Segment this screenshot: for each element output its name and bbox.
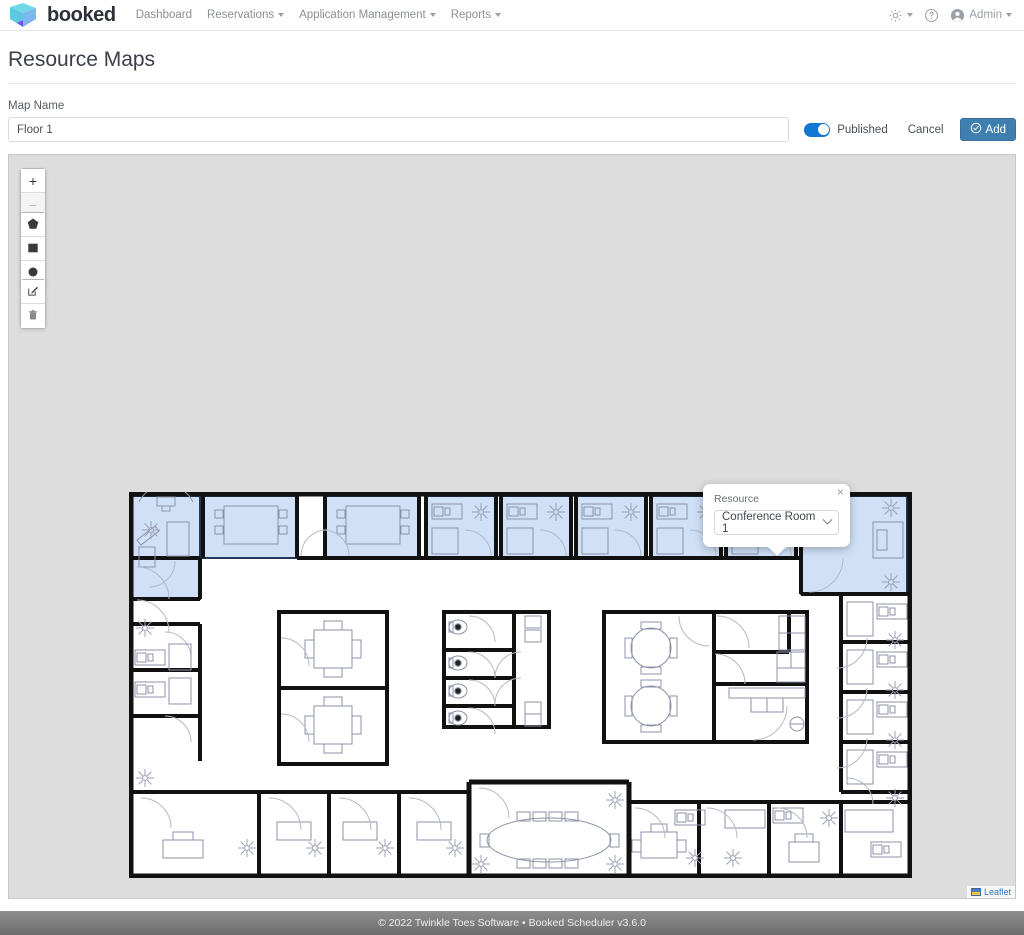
add-button-label: Add: [985, 123, 1006, 136]
nav-item-dashboard[interactable]: Dashboard: [136, 9, 192, 21]
gear-icon: [888, 8, 903, 23]
page-footer: © 2022 Twinkle Toes Software • Booked Sc…: [0, 911, 1024, 935]
nav-label: Reservations: [206, 9, 275, 21]
trash-icon: [27, 308, 39, 324]
settings-menu[interactable]: [888, 8, 914, 23]
zoom-controls: + −: [20, 168, 46, 218]
resource-popup[interactable]: × Resource Conference Room 1: [703, 484, 850, 547]
draw-rectangle-button[interactable]: [21, 237, 45, 261]
published-toggle-group[interactable]: Published: [804, 122, 888, 137]
leaflet-attribution: Leaflet: [966, 886, 1015, 898]
toggle-knob: [817, 124, 829, 135]
close-icon[interactable]: ×: [837, 486, 844, 498]
nav-label: Dashboard: [135, 9, 192, 21]
user-menu-label: Admin: [969, 9, 1002, 21]
floorplan-image: [129, 492, 912, 878]
user-menu[interactable]: Admin: [950, 8, 1012, 23]
chevron-down-icon: [907, 13, 914, 17]
primary-nav: Dashboard Reservations Application Manag…: [136, 9, 501, 21]
draw-polygon-button[interactable]: [21, 213, 45, 237]
chevron-down-icon: [822, 514, 833, 525]
chevron-down-icon: [278, 13, 285, 17]
brand-logo-link[interactable]: booked: [8, 2, 116, 28]
page-content: Resource Maps Map Name Published Cancel …: [0, 31, 1024, 899]
nav-label: Reports: [450, 9, 491, 21]
check-circle-icon: [970, 122, 982, 137]
zoom-in-button[interactable]: +: [21, 169, 45, 193]
user-avatar-icon: [950, 8, 965, 23]
leaflet-link[interactable]: Leaflet: [984, 887, 1011, 897]
resource-map-canvas[interactable]: + − × Resource Conference Room 1 Leaflet: [8, 154, 1016, 899]
help-button[interactable]: [924, 8, 939, 23]
nav-label: Application Management: [299, 9, 426, 21]
booked-cube-logo: [8, 2, 38, 28]
delete-layers-button[interactable]: [21, 304, 45, 328]
resource-label: Resource: [714, 493, 759, 505]
edit-layers-icon: [27, 284, 39, 300]
published-toggle[interactable]: [804, 122, 831, 137]
help-circle-icon: [924, 8, 939, 23]
add-button[interactable]: Add: [959, 118, 1016, 141]
map-form: Map Name Published Cancel Add: [8, 84, 1016, 142]
draw-tools: [20, 212, 46, 286]
leaflet-flag-icon: [970, 888, 981, 896]
rectangle-icon: [27, 241, 39, 257]
brand-text: booked: [47, 3, 116, 26]
resource-select-value: Conference Room 1: [722, 510, 816, 535]
nav-item-application-management[interactable]: Application Management: [299, 9, 436, 21]
chevron-down-icon: [1006, 13, 1012, 17]
polygon-icon: [27, 217, 39, 233]
resource-select[interactable]: Conference Room 1: [714, 510, 839, 535]
edit-tools: [20, 279, 46, 329]
map-name-label: Map Name: [8, 100, 65, 112]
navbar-actions: Admin: [888, 8, 1012, 23]
chevron-down-icon: [494, 13, 501, 17]
chevron-down-icon: [429, 13, 436, 17]
cancel-button[interactable]: Cancel: [908, 124, 944, 136]
edit-layers-button[interactable]: [21, 280, 45, 304]
map-name-input[interactable]: [8, 117, 790, 142]
nav-item-reservations[interactable]: Reservations: [206, 9, 285, 21]
top-navbar: booked Dashboard Reservations Applicatio…: [0, 0, 1024, 31]
page-title: Resource Maps: [8, 31, 1016, 84]
footer-text: © 2022 Twinkle Toes Software • Booked Sc…: [378, 917, 646, 929]
published-label: Published: [837, 123, 888, 136]
nav-item-reports[interactable]: Reports: [451, 9, 501, 21]
